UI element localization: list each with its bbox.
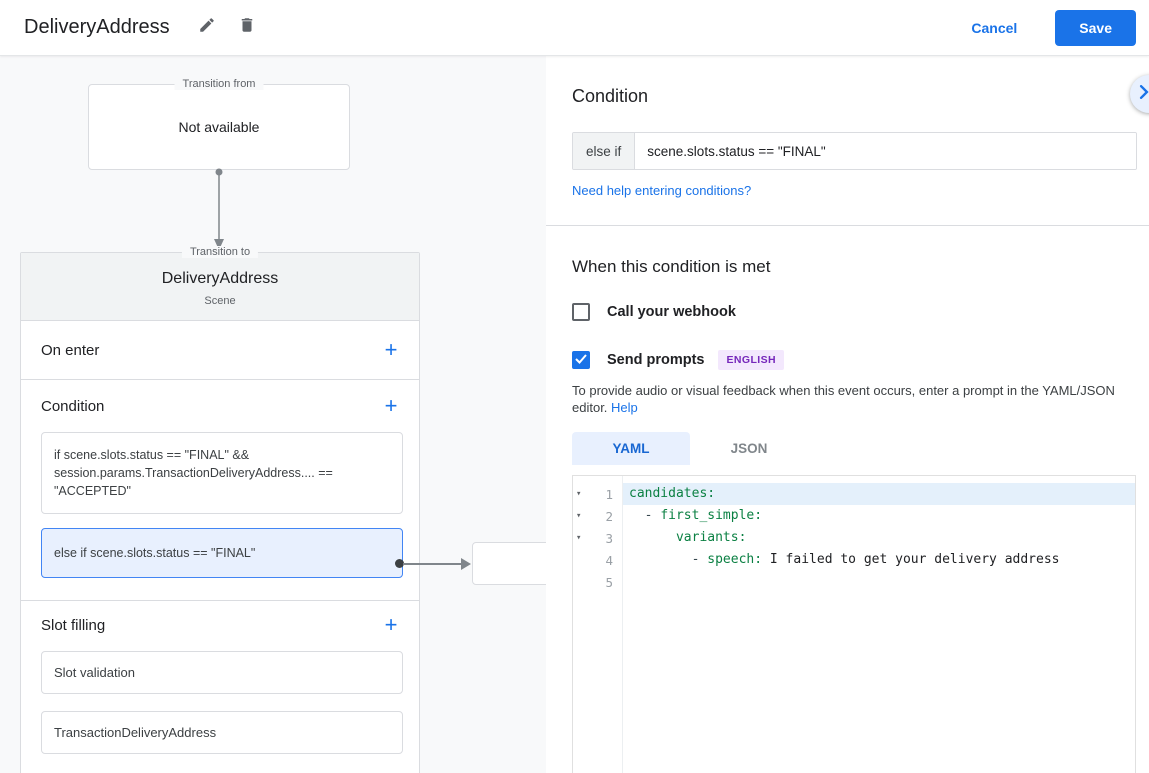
checkmark-icon xyxy=(575,351,587,369)
code-line[interactable]: - speech: I failed to get your delivery … xyxy=(623,549,1135,571)
code-line[interactable]: variants: xyxy=(623,527,1135,549)
line-number: 5 xyxy=(605,574,613,590)
condition-expression-input[interactable] xyxy=(635,133,1136,169)
code-line[interactable]: - first_simple: xyxy=(623,505,1135,527)
scene-card-header: DeliveryAddress Scene xyxy=(21,253,419,321)
scene-type: Scene xyxy=(204,295,236,307)
tab-json[interactable]: JSON xyxy=(690,432,808,465)
collapse-panel-button[interactable] xyxy=(1130,75,1149,113)
panel-divider xyxy=(546,225,1149,226)
send-prompts-checkbox[interactable] xyxy=(572,351,590,369)
fold-arrow-icon[interactable]: ▾ xyxy=(573,489,589,499)
slot-item-delivery-address[interactable]: TransactionDeliveryAddress xyxy=(41,711,403,754)
language-badge: ENGLISH xyxy=(718,350,784,370)
panel-title: Condition xyxy=(572,86,649,106)
gutter-row: ▾ 1 xyxy=(573,483,622,505)
scene-editor-page: DeliveryAddress Cancel Save Transition f… xyxy=(0,0,1149,773)
condition-prefix-label: else if xyxy=(573,133,636,169)
delete-scene-button[interactable] xyxy=(230,11,264,45)
gutter-row: ▾ 2 xyxy=(573,505,622,527)
line-number: 2 xyxy=(605,508,613,524)
scene-name: DeliveryAddress xyxy=(161,270,279,287)
editor-gutter: ▾ 1 ▾ 2 ▾ 3 4 5 xyxy=(573,476,623,773)
code-token: first_simple: xyxy=(660,508,763,523)
code-token: candidates: xyxy=(629,486,716,501)
prompt-description: To provide audio or visual feedback when… xyxy=(572,382,1132,416)
tab-yaml[interactable]: YAML xyxy=(572,432,690,465)
page-title: DeliveryAddress xyxy=(24,16,170,38)
condition-section-title: Condition xyxy=(41,397,105,415)
slot-filling-section: Slot filling + Slot validation Transacti… xyxy=(21,601,419,773)
gutter-row: 4 xyxy=(573,549,622,571)
top-bar-right: Cancel Save xyxy=(971,9,1136,46)
gutter-row: 5 xyxy=(573,571,622,593)
line-number: 4 xyxy=(605,552,613,568)
transition-from-content: Not available xyxy=(178,119,260,135)
code-token: - xyxy=(629,552,708,567)
flow-canvas: Transition from Not available Transition… xyxy=(0,56,546,773)
cancel-button[interactable]: Cancel xyxy=(971,20,1017,36)
trash-icon xyxy=(238,16,256,39)
connector-arrowhead-icon xyxy=(461,558,471,570)
main-split: Transition from Not available Transition… xyxy=(0,56,1149,773)
top-bar: DeliveryAddress Cancel Save xyxy=(0,0,1149,56)
webhook-row: Call your webhook xyxy=(572,303,1136,321)
code-token: - xyxy=(629,508,661,523)
slot-item-validation[interactable]: Slot validation xyxy=(41,651,403,694)
edit-scene-button[interactable] xyxy=(190,11,224,45)
on-enter-title: On enter xyxy=(41,341,100,359)
code-line[interactable] xyxy=(623,571,1135,593)
transition-from-node: Transition from Not available xyxy=(88,78,350,170)
connector-target-node[interactable] xyxy=(472,542,546,585)
prompt-help-link[interactable]: Help xyxy=(611,400,638,415)
chevron-right-icon xyxy=(1139,84,1149,104)
code-token: I failed to get your delivery address xyxy=(762,552,1060,567)
gutter-row: ▾ 3 xyxy=(573,527,622,549)
flow-arrow-down-icon xyxy=(212,168,226,257)
call-webhook-label: Call your webhook xyxy=(607,304,736,320)
top-bar-left: DeliveryAddress xyxy=(24,11,270,45)
on-enter-section: On enter + xyxy=(21,321,419,380)
connector-line xyxy=(403,563,463,565)
add-condition-button[interactable]: + xyxy=(379,394,403,418)
yaml-code-editor: ▾ 1 ▾ 2 ▾ 3 4 5 candidates: - first_simp… xyxy=(572,475,1136,773)
add-slot-button[interactable]: + xyxy=(379,613,403,637)
condition-help-link[interactable]: Need help entering conditions? xyxy=(572,183,751,198)
call-webhook-checkbox[interactable] xyxy=(572,303,590,321)
condition-item-2-selected[interactable]: else if scene.slots.status == "FINAL" xyxy=(41,528,403,578)
line-number: 3 xyxy=(605,530,613,546)
editor-code-area[interactable]: candidates: - first_simple: variants: - … xyxy=(623,476,1135,773)
when-condition-met-title: When this condition is met xyxy=(572,257,771,276)
add-on-enter-button[interactable]: + xyxy=(379,338,403,362)
code-token: speech: xyxy=(707,552,763,567)
condition-section-header: Condition + xyxy=(41,394,403,418)
condition-expression-row: else if xyxy=(572,132,1137,170)
fold-arrow-icon[interactable]: ▾ xyxy=(573,533,589,543)
line-number: 1 xyxy=(605,486,613,502)
code-token: variants: xyxy=(675,530,747,545)
code-line[interactable]: candidates: xyxy=(623,483,1135,505)
slot-filling-title: Slot filling xyxy=(41,616,106,634)
save-button[interactable]: Save xyxy=(1055,9,1136,46)
send-prompts-label: Send prompts xyxy=(607,352,705,368)
editor-tabs: YAML JSON xyxy=(572,432,1136,465)
transition-to-label: Transition to xyxy=(181,246,259,258)
condition-section: Condition + if scene.slots.status == "FI… xyxy=(21,380,419,601)
transition-from-label: Transition from xyxy=(174,78,264,90)
slot-filling-section-header: Slot filling + xyxy=(41,613,403,637)
condition-detail-panel: Condition else if Need help entering con… xyxy=(546,56,1149,773)
condition-item-1[interactable]: if scene.slots.status == "FINAL" && sess… xyxy=(41,432,403,514)
send-prompts-row: Send prompts ENGLISH xyxy=(572,350,1136,370)
scene-card: Transition to DeliveryAddress Scene On e… xyxy=(20,246,420,773)
fold-arrow-icon[interactable]: ▾ xyxy=(573,511,589,521)
prompt-description-text: To provide audio or visual feedback when… xyxy=(572,383,1115,415)
pencil-icon xyxy=(198,16,216,39)
